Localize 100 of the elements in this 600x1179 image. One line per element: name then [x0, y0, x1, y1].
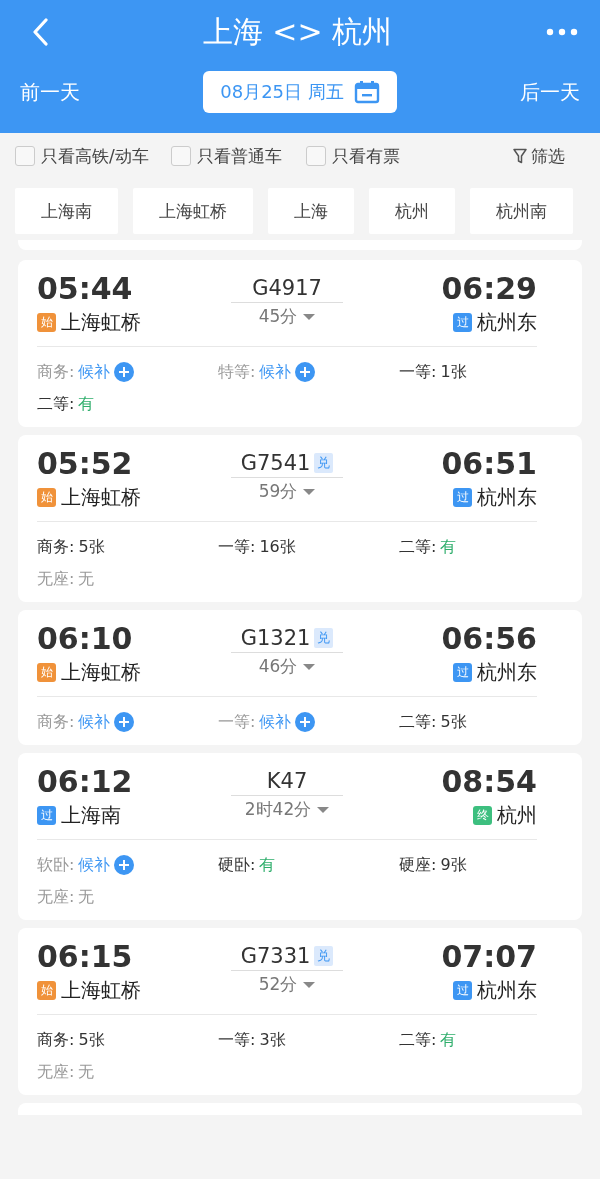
station-chip[interactable]: 杭州: [369, 188, 455, 234]
arrival-time: 06:51: [441, 445, 537, 483]
back-icon[interactable]: [31, 18, 49, 46]
seat-availability: 3张: [259, 1029, 286, 1051]
train-card[interactable]: 06:15 始 上海虹桥 G7331 兑 52分 07:07 过 杭州东 商务: 5张 一等: 3张 二等: 有 无座: 无: [18, 928, 582, 1095]
arrival-station: 杭州东: [477, 659, 537, 686]
seat-class: 一等:: [218, 536, 256, 558]
arrival-station: 杭州东: [477, 484, 537, 511]
filter-label[interactable]: 只看普通车: [196, 144, 282, 168]
station-chip[interactable]: 杭州南: [470, 188, 573, 234]
duration[interactable]: 46分: [258, 655, 298, 678]
seat-class: 商务:: [37, 361, 75, 383]
caret-icon[interactable]: [303, 487, 316, 496]
train-number: G7541: [240, 451, 311, 475]
seat-class: 特等:: [218, 361, 256, 383]
seat-class: 硬卧:: [218, 854, 256, 876]
seat-availability: 无: [78, 1061, 95, 1083]
station-badge: 过: [453, 662, 472, 682]
seat-availability: 候补: [259, 361, 292, 383]
station-badge: 始: [37, 980, 56, 1000]
calendar-icon: [353, 80, 380, 104]
page-title: 上海 <> 杭州: [202, 12, 393, 51]
plus-icon[interactable]: [114, 712, 135, 732]
station-badge: 始: [37, 662, 56, 682]
tag: 兑: [314, 946, 334, 966]
duration[interactable]: 45分: [258, 305, 298, 328]
station-chip[interactable]: 上海: [268, 188, 354, 234]
departure-time: 05:52: [37, 445, 133, 483]
seat-availability: 候补: [259, 711, 292, 733]
station-badge: 终: [473, 805, 492, 825]
arrival-station: 杭州东: [477, 977, 537, 1004]
arrival-time: 07:07: [441, 938, 537, 976]
seat-availability: 5张: [78, 1029, 105, 1051]
seat-class: 二等:: [37, 393, 75, 415]
more-icon[interactable]: [546, 28, 578, 36]
seat-availability: 1张: [440, 361, 467, 383]
seat-class: 无座:: [37, 886, 75, 908]
arrival-time: 06:29: [441, 270, 537, 308]
duration[interactable]: 2时42分: [244, 798, 312, 821]
caret-icon[interactable]: [317, 805, 330, 814]
duration[interactable]: 59分: [258, 480, 298, 503]
departure-station: 上海南: [61, 802, 121, 829]
departure-time: 05:44: [37, 270, 133, 308]
seat-availability: 候补: [78, 854, 111, 876]
seat-class: 商务:: [37, 536, 75, 558]
train-card[interactable]: 05:44 始 上海虹桥 G4917 45分 06:29 过 杭州东 商务: 候补 特等: 候补 一等: 1张 二等: 有: [18, 260, 582, 427]
seat-class: 二等:: [399, 1029, 437, 1051]
seat-class: 一等:: [218, 1029, 256, 1051]
seat-availability: 无: [78, 568, 95, 590]
filter-label[interactable]: 只看高铁/动车: [41, 144, 149, 168]
seat-class: 二等:: [399, 536, 437, 558]
checkbox[interactable]: [170, 146, 191, 166]
arrival-time: 06:56: [441, 620, 537, 658]
arrival-station: 杭州: [497, 802, 537, 829]
train-number: G4917: [252, 276, 322, 300]
seat-availability: 有: [78, 393, 95, 415]
plus-icon[interactable]: [114, 362, 135, 382]
checkbox[interactable]: [305, 146, 326, 166]
seat-class: 商务:: [37, 711, 75, 733]
seat-availability: 9张: [440, 854, 467, 876]
departure-station: 上海虹桥: [61, 659, 141, 686]
checkbox[interactable]: [15, 146, 35, 166]
seat-class: 软卧:: [37, 854, 75, 876]
station-badge: 始: [37, 312, 56, 332]
station-badge: 始: [37, 487, 56, 507]
departure-station: 上海虹桥: [61, 309, 141, 336]
seat-availability: 有: [259, 854, 276, 876]
departure-station: 上海虹桥: [61, 484, 141, 511]
station-badge: 过: [453, 487, 472, 507]
plus-icon[interactable]: [295, 712, 316, 732]
seat-class: 一等:: [399, 361, 437, 383]
train-card[interactable]: 05:52 始 上海虹桥 G7541 兑 59分 06:51 过 杭州东 商务: 5张 一等: 16张 二等: 有 无座: 无: [18, 435, 582, 602]
seat-class: 无座:: [37, 568, 75, 590]
plus-icon[interactable]: [114, 855, 135, 875]
caret-icon[interactable]: [303, 980, 316, 989]
seat-availability: 候补: [78, 711, 111, 733]
train-card[interactable]: 06:12 过 上海南 K47 2时42分 08:54 终 杭州 软卧: 候补 硬卧: 有 硬座: 9张 无座: 无: [18, 753, 582, 920]
departure-time: 06:15: [37, 938, 133, 976]
caret-icon[interactable]: [303, 312, 316, 321]
plus-icon[interactable]: [295, 362, 316, 382]
departure-time: 06:10: [37, 620, 133, 658]
seat-class: 无座:: [37, 1061, 75, 1083]
seat-class: 硬座:: [399, 854, 437, 876]
train-card[interactable]: 06:10 始 上海虹桥 G1321 兑 46分 06:56 过 杭州东 商务: 候补 一等: 候补 二等: 5张: [18, 610, 582, 745]
departure-station: 上海虹桥: [61, 977, 141, 1004]
departure-time: 06:12: [37, 763, 133, 801]
train-number: K47: [266, 769, 308, 793]
arrival-time: 08:54: [441, 763, 537, 801]
filter-label[interactable]: 只看有票: [331, 144, 400, 168]
caret-icon[interactable]: [303, 662, 316, 671]
seat-availability: 有: [440, 1029, 457, 1051]
arrival-station: 杭州东: [477, 309, 537, 336]
filter-button[interactable]: 筛选: [513, 144, 565, 168]
duration[interactable]: 52分: [258, 973, 298, 996]
train-number: G1321: [240, 626, 311, 650]
station-badge: 过: [37, 805, 56, 825]
station-chip[interactable]: 上海南: [15, 188, 118, 234]
seat-availability: 候补: [78, 361, 111, 383]
seat-class: 二等:: [399, 711, 437, 733]
station-chip[interactable]: 上海虹桥: [133, 188, 253, 234]
